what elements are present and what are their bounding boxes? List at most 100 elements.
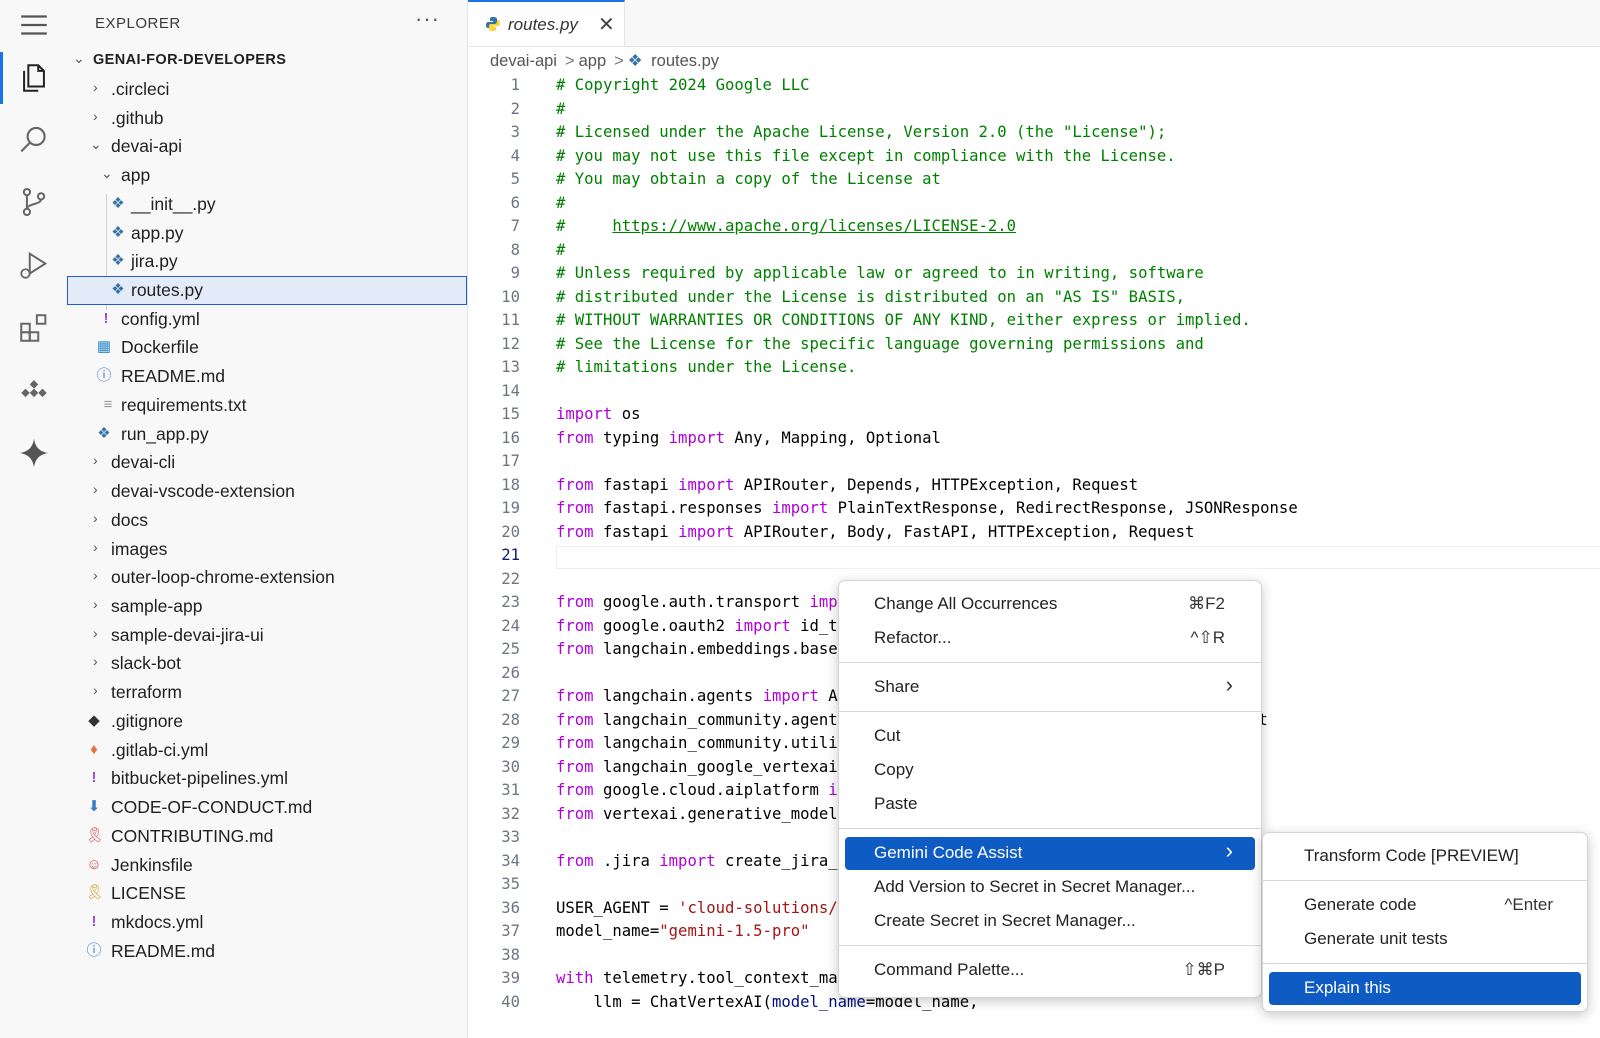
tree-file[interactable]: ◆ .gitignore <box>67 707 467 736</box>
tree-file[interactable]: ❖ jira.py <box>67 247 467 276</box>
more-actions-icon[interactable]: ··· <box>415 6 440 32</box>
extensions-icon[interactable] <box>14 308 54 348</box>
shortcut-label: ^⇧R <box>1190 628 1226 647</box>
breadcrumb-item[interactable]: app <box>579 52 607 70</box>
tree-folder[interactable]: › sample-devai-jira-ui <box>67 621 467 650</box>
line-number: 28 <box>501 710 520 729</box>
gemini-submenu: Transform Code [PREVIEW] Generate code ^E… <box>1262 832 1588 1012</box>
chevron-right-icon: › <box>93 653 98 669</box>
files-icon[interactable] <box>14 58 54 98</box>
menu-item-paste[interactable]: Paste <box>845 788 1255 821</box>
code-token: from <box>556 475 594 494</box>
menu-item-create-secret[interactable]: Create Secret in Secret Manager... <box>845 905 1255 938</box>
tree-folder[interactable]: › .github <box>67 104 467 133</box>
tree-folder[interactable]: ⌄ app <box>67 161 467 190</box>
menu-item-change-all-occurrences[interactable]: Change All Occurrences ⌘F2 <box>845 588 1255 621</box>
code-token: llm = ChatVertexAI( <box>556 992 772 1011</box>
code-token: PlainTextResponse, RedirectResponse, JSO… <box>828 499 1298 517</box>
code-token: from <box>556 522 594 541</box>
line-number-current: 21 <box>501 546 520 564</box>
code-token: APIRouter, Body, FastAPI, HTTPException,… <box>734 522 1195 541</box>
menu-item-gemini-code-assist[interactable]: Gemini Code Assist › <box>845 837 1255 870</box>
tree-file[interactable]: ❖ __init__.py <box>67 190 467 219</box>
gemini-sparkle-icon[interactable] <box>14 433 54 473</box>
yaml-icon: ! <box>103 310 109 327</box>
shortcut-label: ⌘F2 <box>1188 594 1225 613</box>
cloud-code-icon[interactable] <box>14 370 54 410</box>
tree-file[interactable]: ⓘ README.md <box>67 362 467 391</box>
close-icon[interactable]: ✕ <box>598 12 615 37</box>
chevron-right-icon: › <box>93 567 98 583</box>
code-token: from <box>556 734 594 752</box>
context-menu: Change All Occurrences ⌘F2 Refactor... ^⇧R… <box>838 580 1262 998</box>
tree-file[interactable]: ! mkdocs.yml <box>67 908 467 937</box>
tree-file[interactable]: ⓘ README.md <box>67 937 467 966</box>
python-icon: ❖ <box>111 252 125 269</box>
tree-file[interactable]: ▦ Dockerfile <box>67 333 467 362</box>
menu-item-transform-code[interactable]: Transform Code [PREVIEW] <box>1269 840 1581 873</box>
tree-folder[interactable]: › slack-bot <box>67 649 467 678</box>
code-line: # <box>556 193 566 212</box>
line-number: 37 <box>501 922 520 940</box>
python-icon: ❖ <box>627 52 648 70</box>
code-token: from <box>556 804 594 823</box>
tree-file[interactable]: ≡ requirements.txt <box>67 391 467 420</box>
source-control-icon[interactable] <box>14 182 54 222</box>
tab-routes-py[interactable]: routes.py ✕ <box>468 0 625 46</box>
menu-item-cut[interactable]: Cut <box>845 720 1255 753</box>
chevron-right-icon: › <box>1225 838 1233 863</box>
menu-item-generate-unit-tests[interactable]: Generate unit tests <box>1269 923 1581 956</box>
code-token: google.oauth2 <box>593 616 735 635</box>
tree-file[interactable]: ♦ .gitlab-ci.yml <box>67 736 467 765</box>
tree-file[interactable]: ⬇ CODE-OF-CONDUCT.md <box>67 793 467 822</box>
tree-label: bitbucket-pipelines.yml <box>111 768 289 788</box>
code-token: from <box>556 851 594 870</box>
tree-folder[interactable]: ⌄ devai-api <box>67 132 467 161</box>
code-token: langchain_community.utili <box>593 734 838 752</box>
menu-item-label: Copy <box>874 760 914 779</box>
tree-file[interactable]: ! bitbucket-pipelines.yml <box>67 764 467 793</box>
workspace-root[interactable]: ⌄ GENAI-FOR-DEVELOPERS <box>67 46 467 75</box>
menu-separator <box>839 711 1261 712</box>
license-link[interactable]: https://www.apache.org/licenses/LICENSE-… <box>612 217 1016 235</box>
menu-item-add-version-secret[interactable]: Add Version to Secret in Secret Manager.… <box>845 871 1255 904</box>
tree-folder[interactable]: › devai-cli <box>67 448 467 477</box>
code-token: 'cloud-solutions/ <box>678 898 838 917</box>
menu-item-copy[interactable]: Copy <box>845 754 1255 787</box>
tree-file[interactable]: ☺ Jenkinsfile <box>67 851 467 880</box>
menu-item-command-palette[interactable]: Command Palette... ⇧⌘P <box>845 954 1255 987</box>
tree-folder[interactable]: › docs <box>67 506 467 535</box>
line-number: 32 <box>501 804 520 823</box>
menu-item-refactor[interactable]: Refactor... ^⇧R <box>845 622 1255 655</box>
tree-folder[interactable]: › sample-app <box>67 592 467 621</box>
menu-icon[interactable] <box>14 5 54 45</box>
menu-separator <box>839 662 1261 663</box>
tree-file[interactable]: 🎗︎ CONTRIBUTING.md <box>67 822 467 851</box>
run-debug-icon[interactable] <box>14 245 54 285</box>
tree-folder[interactable]: › outer-loop-chrome-extension <box>67 563 467 592</box>
breadcrumb-item[interactable]: routes.py <box>651 52 719 70</box>
search-icon[interactable] <box>14 120 54 160</box>
python-icon: ❖ <box>97 425 111 442</box>
tree-folder[interactable]: › devai-vscode-extension <box>67 477 467 506</box>
chevron-down-icon: ⌄ <box>90 136 102 152</box>
code-token: google.cloud.aiplatform <box>593 781 829 799</box>
tree-file[interactable]: 🎗︎ LICENSE <box>67 879 467 908</box>
tree-folder[interactable]: › .circleci <box>67 75 467 104</box>
tree-folder[interactable]: › terraform <box>67 678 467 707</box>
tree-label: .gitignore <box>111 711 183 731</box>
menu-item-share[interactable]: Share › <box>845 671 1255 704</box>
menu-item-generate-code[interactable]: Generate code ^Enter <box>1269 889 1581 922</box>
tree-file-selected[interactable]: ❖ routes.py <box>67 276 467 305</box>
tree-file[interactable]: ! config.yml <box>67 305 467 334</box>
menu-item-explain-this[interactable]: Explain this <box>1269 972 1581 1005</box>
tree-file[interactable]: ❖ app.py <box>67 219 467 248</box>
breadcrumb-item[interactable]: devai-api <box>490 52 557 70</box>
tree-file[interactable]: ❖ run_app.py <box>67 420 467 449</box>
menu-item-label: Gemini Code Assist <box>874 843 1023 862</box>
python-icon: ❖ <box>111 195 125 212</box>
code-line: from google.oauth2 import id_t <box>556 617 838 635</box>
line-number: 14 <box>501 381 520 400</box>
tree-folder[interactable]: › images <box>67 535 467 564</box>
code-token: model_name= <box>556 922 660 940</box>
